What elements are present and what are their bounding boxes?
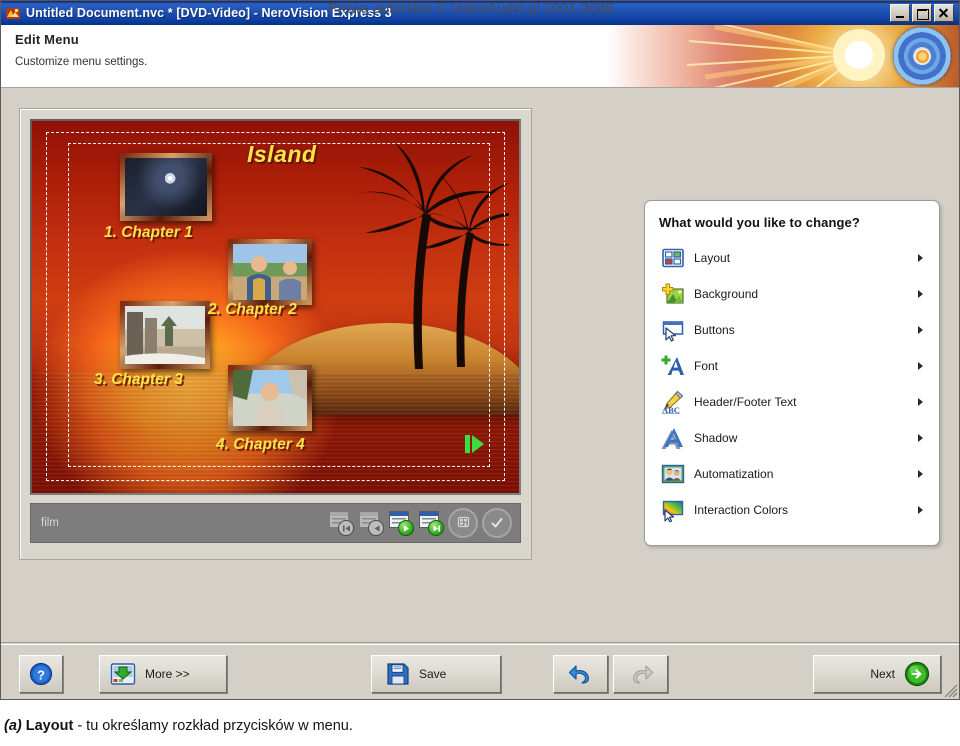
first-page-button[interactable] xyxy=(328,510,354,536)
caption-rest: - tu określamy rozkład przycisków w menu… xyxy=(73,718,353,734)
svg-text:?: ? xyxy=(37,668,45,683)
redo-arrow-icon xyxy=(632,665,653,684)
button-cursor-icon xyxy=(661,318,685,342)
client-area: Island 1. Chapter 1 2. Chapter 2 3. Chap… xyxy=(1,88,959,644)
resize-grip[interactable] xyxy=(944,684,958,698)
task-item-background[interactable]: Background xyxy=(659,276,927,312)
save-button-label: Save xyxy=(419,667,447,681)
task-item-label: Background xyxy=(694,287,759,301)
chapter-thumbnail-4[interactable] xyxy=(228,365,312,431)
last-page-button[interactable] xyxy=(418,510,444,536)
page-subtitle: Customize menu settings. xyxy=(15,56,148,68)
chevron-right-icon xyxy=(918,254,923,262)
task-item-label: Buttons xyxy=(694,323,735,337)
chevron-right-icon xyxy=(918,434,923,442)
menu-preview-pane: Island 1. Chapter 1 2. Chapter 2 3. Chap… xyxy=(19,108,532,560)
color-gradient-cursor-icon xyxy=(661,498,685,523)
people-photo-icon xyxy=(661,462,685,486)
pencil-abc-icon: ABC xyxy=(661,390,685,415)
caption-prefix: (a) xyxy=(4,718,22,734)
close-button[interactable] xyxy=(934,4,954,22)
header-text-block: Edit Menu Customize menu settings. xyxy=(1,25,959,68)
task-item-label: Shadow xyxy=(694,431,738,445)
green-next-arrow-icon[interactable] xyxy=(464,433,486,455)
background-image-plus-icon xyxy=(661,282,685,306)
task-item-label: Font xyxy=(694,359,719,373)
bottom-button-bar: ? More >> Save Next xyxy=(1,642,959,699)
svg-text:ABC: ABC xyxy=(662,405,680,414)
previous-page-button[interactable] xyxy=(358,510,384,536)
chevron-right-icon xyxy=(918,326,923,334)
preview-footer-bar: film xyxy=(30,503,521,543)
chevron-right-icon xyxy=(918,362,923,370)
figure-caption: (a) Layout - tu określamy rozkład przyci… xyxy=(4,718,353,734)
task-item-label: Automatization xyxy=(694,467,774,481)
caption-bold-term: Layout xyxy=(25,718,74,734)
chapter-label-2[interactable]: 2. Chapter 2 xyxy=(208,301,297,319)
task-panel-heading: What would you like to change? xyxy=(659,215,860,230)
more-button[interactable]: More >> xyxy=(99,655,227,693)
palm-trees-silhouette xyxy=(351,143,509,369)
task-item-shadow[interactable]: Shadow xyxy=(659,420,927,456)
application-window: Untitled Document.nvc * [DVD-Video] - Ne… xyxy=(0,0,960,700)
next-button-label: Next xyxy=(870,667,895,681)
copyright-watermark: Prawa autorskie © VideoAudio.pl 2001-200… xyxy=(328,1,614,17)
more-options-icon xyxy=(110,663,136,685)
more-button-label: More >> xyxy=(145,667,190,681)
page-first-icon xyxy=(342,525,350,531)
task-panel: What would you like to change? Layout Ba… xyxy=(644,200,940,546)
task-item-buttons[interactable]: Buttons xyxy=(659,312,927,348)
confirm-button[interactable] xyxy=(482,508,512,538)
page-last-icon xyxy=(433,525,440,531)
maximize-button[interactable] xyxy=(912,4,932,22)
chapter-thumbnail-3[interactable] xyxy=(120,301,210,369)
window-controls xyxy=(890,4,957,22)
remote-control-button[interactable] xyxy=(448,508,478,538)
chevron-right-icon xyxy=(918,470,923,478)
task-item-label: Header/Footer Text xyxy=(694,395,797,409)
task-item-automatization[interactable]: Automatization xyxy=(659,456,927,492)
task-item-label: Layout xyxy=(694,251,731,265)
task-item-layout[interactable]: Layout xyxy=(659,240,927,276)
task-item-header-footer-text[interactable]: ABC Header/Footer Text xyxy=(659,384,927,420)
chapter-label-3[interactable]: 3. Chapter 3 xyxy=(94,371,183,389)
page-next-icon xyxy=(403,525,409,531)
chapter-thumbnail-2[interactable] xyxy=(228,239,312,305)
font-a-plus-icon xyxy=(661,354,685,378)
preview-footer-label: film xyxy=(41,517,59,529)
help-button[interactable]: ? xyxy=(19,655,63,693)
page-header: Edit Menu Customize menu settings. xyxy=(1,25,959,88)
menu-preview-screen[interactable]: Island 1. Chapter 1 2. Chapter 2 3. Chap… xyxy=(30,119,521,495)
minimize-button[interactable] xyxy=(890,4,910,22)
page-title: Edit Menu xyxy=(15,32,79,47)
page-previous-icon xyxy=(374,525,379,531)
chapter-label-4[interactable]: 4. Chapter 4 xyxy=(216,436,305,454)
nero-app-icon xyxy=(5,5,21,21)
chapter-thumbnail-1[interactable] xyxy=(120,153,212,221)
task-item-interaction-colors[interactable]: Interaction Colors xyxy=(659,492,927,528)
remote-control-icon xyxy=(457,516,469,527)
dvd-menu-background: Island 1. Chapter 1 2. Chapter 2 3. Chap… xyxy=(32,121,519,493)
chevron-right-icon xyxy=(918,398,923,406)
floppy-disk-icon xyxy=(387,663,409,685)
redo-button[interactable] xyxy=(613,655,668,693)
preview-navigation-tools xyxy=(328,508,512,538)
next-page-button[interactable] xyxy=(388,510,414,536)
shadow-a-icon xyxy=(661,426,685,450)
task-item-font[interactable]: Font xyxy=(659,348,927,384)
dvd-menu-title[interactable]: Island xyxy=(247,141,316,168)
task-item-label: Interaction Colors xyxy=(694,503,789,517)
undo-button[interactable] xyxy=(553,655,608,693)
chevron-right-icon xyxy=(918,506,923,514)
next-button[interactable]: Next xyxy=(813,655,941,693)
undo-arrow-icon xyxy=(568,665,589,684)
checkmark-circle-icon xyxy=(491,518,503,528)
save-button[interactable]: Save xyxy=(371,655,501,693)
help-question-icon: ? xyxy=(29,662,53,686)
chapter-label-1[interactable]: 1. Chapter 1 xyxy=(104,224,193,242)
layout-grid-icon xyxy=(661,246,685,270)
chevron-right-icon xyxy=(918,290,923,298)
next-green-arrow-icon xyxy=(904,661,930,687)
